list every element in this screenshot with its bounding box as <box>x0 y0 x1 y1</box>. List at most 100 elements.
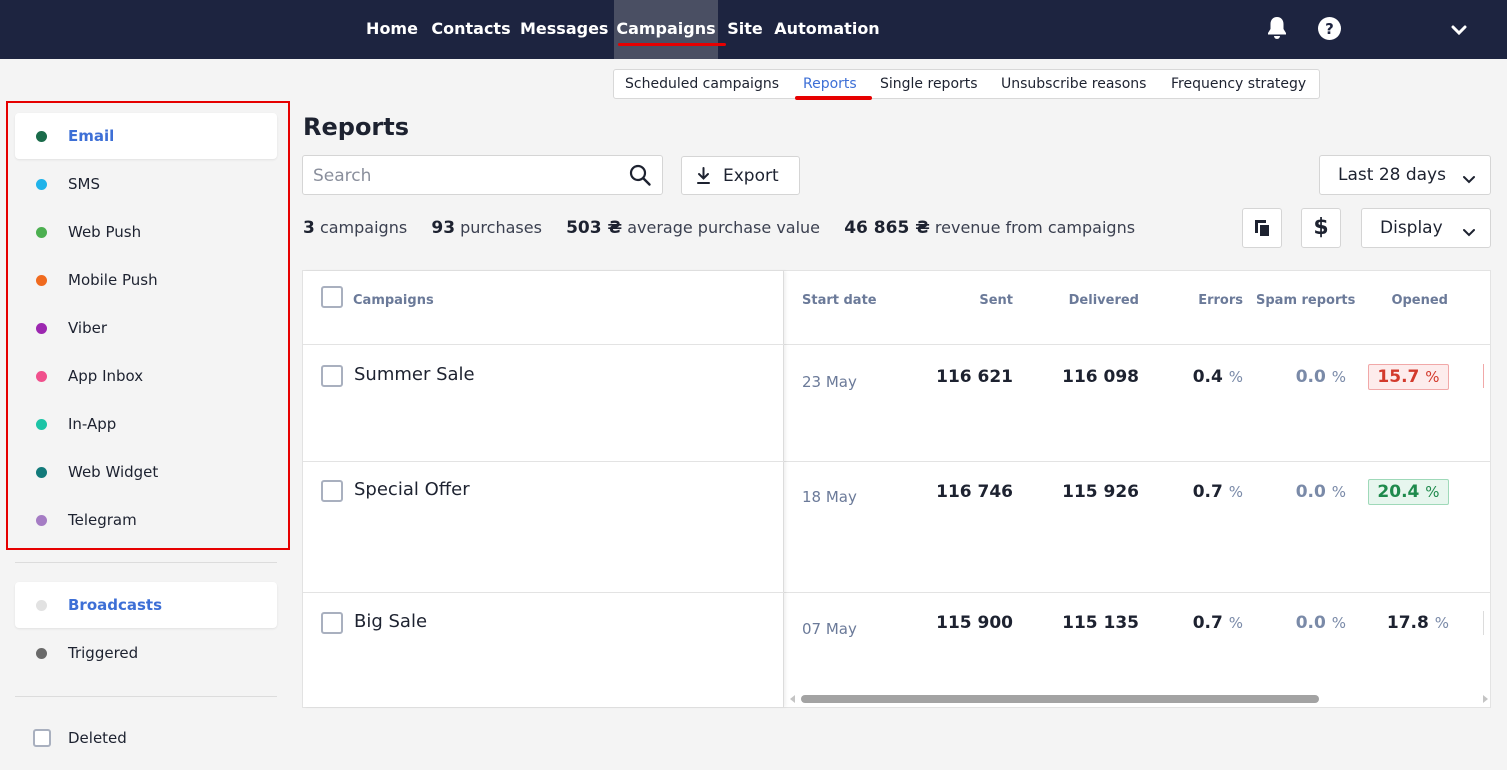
sidebar-item-deleted[interactable]: Deleted <box>15 715 215 761</box>
row-sent: 116 621 <box>936 367 1013 387</box>
column-header-opened[interactable]: Opened <box>1388 293 1448 308</box>
sidebar-item-label: Viber <box>68 319 108 337</box>
nav-automation[interactable]: Automation <box>774 0 880 59</box>
sidebar-item-sms[interactable]: SMS <box>15 161 277 207</box>
subnav-frequency-strategy[interactable]: Frequency strategy <box>1171 70 1306 98</box>
search-field[interactable] <box>302 155 663 195</box>
bell-icon[interactable] <box>1267 16 1287 44</box>
percent-sign: % <box>1331 614 1346 632</box>
search-icon[interactable] <box>628 163 652 191</box>
campaign-name-link[interactable]: Special Offer <box>354 479 470 500</box>
opened-rate-badge: 20.4 % <box>1368 479 1449 505</box>
nav-site[interactable]: Site <box>724 0 766 59</box>
column-header-delivered[interactable]: Delivered <box>1061 293 1139 308</box>
campaign-revenue: 46 865 ₴ <box>844 218 930 238</box>
sidebar-item-label: Telegram <box>68 511 137 529</box>
sidebar-item-in-app[interactable]: In-App <box>15 401 277 447</box>
row-start-date: 18 May <box>802 488 857 506</box>
sidebar-item-label: Web Push <box>68 223 142 241</box>
campaign-name-link[interactable]: Summer Sale <box>354 364 475 385</box>
copy-button[interactable] <box>1242 208 1282 248</box>
display-dropdown[interactable]: Display <box>1361 208 1491 248</box>
sidebar-item-label: App Inbox <box>68 367 144 385</box>
next-column-edge <box>1483 611 1489 635</box>
sidebar-item-email[interactable]: Email <box>15 113 277 159</box>
chevron-down-icon <box>1463 170 1475 190</box>
download-icon <box>696 167 711 190</box>
errors-value: 0.7 <box>1192 613 1223 633</box>
sidebar-divider <box>15 696 277 697</box>
campaign-revenue-label: revenue from campaigns <box>934 218 1136 237</box>
nav-campaigns[interactable]: Campaigns <box>614 0 718 59</box>
row-divider <box>303 592 784 593</box>
row-checkbox[interactable] <box>321 480 343 502</box>
percent-sign: % <box>1425 368 1440 386</box>
percent-sign: % <box>1228 368 1243 386</box>
column-header-errors[interactable]: Errors <box>1183 293 1243 308</box>
sidebar-item-web-push[interactable]: Web Push <box>15 209 277 255</box>
sidebar-item-web-widget[interactable]: Web Widget <box>15 449 277 495</box>
row-divider <box>303 344 784 345</box>
row-errors: 0.7 % <box>1183 613 1243 633</box>
sidebar-item-broadcasts[interactable]: Broadcasts <box>15 582 277 628</box>
column-header-sent[interactable]: Sent <box>955 293 1013 308</box>
purchases-count-label: purchases <box>460 218 542 237</box>
active-subnav-indicator <box>795 96 872 100</box>
row-divider <box>303 461 784 462</box>
search-input[interactable] <box>313 164 613 188</box>
campaign-name-link[interactable]: Big Sale <box>354 611 427 632</box>
export-button[interactable]: Export <box>681 156 800 195</box>
column-header-spam-reports[interactable]: Spam reports <box>1256 293 1355 308</box>
active-nav-indicator <box>618 43 726 46</box>
subnav-reports[interactable]: Reports <box>803 70 857 98</box>
campaigns-count: 3 <box>303 218 315 238</box>
percent-sign: % <box>1331 368 1346 386</box>
sidebar-item-viber[interactable]: Viber <box>15 305 277 351</box>
campaign-report-table: Start date Sent Delivered Errors Spam re… <box>302 270 1491 708</box>
viber-channel-dot <box>36 323 47 334</box>
in-app-channel-dot <box>36 419 47 430</box>
page-title: Reports <box>303 113 410 141</box>
subnav-unsubscribe-reasons[interactable]: Unsubscribe reasons <box>1001 70 1146 98</box>
help-icon[interactable]: ? <box>1318 17 1341 44</box>
select-all-checkbox[interactable] <box>321 286 343 308</box>
sidebar-item-label: SMS <box>68 175 100 193</box>
scrollbar-thumb[interactable] <box>801 695 1319 703</box>
triggered-type-dot <box>36 648 47 659</box>
nav-home[interactable]: Home <box>362 0 422 59</box>
app-inbox-channel-dot <box>36 371 47 382</box>
row-start-date: 23 May <box>802 373 857 391</box>
sidebar-item-label: Triggered <box>68 644 139 662</box>
sidebar-divider <box>15 562 277 563</box>
sidebar-item-mobile-push[interactable]: Mobile Push <box>15 257 277 303</box>
row-spam-reports: 0.0 % <box>1286 482 1346 502</box>
sidebar-item-app-inbox[interactable]: App Inbox <box>15 353 277 399</box>
email-channel-dot <box>36 131 47 142</box>
row-checkbox[interactable] <box>321 612 343 634</box>
sidebar-item-label: In-App <box>68 415 117 433</box>
broadcasts-type-dot <box>36 600 47 611</box>
subnav-single-reports[interactable]: Single reports <box>880 70 978 98</box>
sidebar-item-telegram[interactable]: Telegram <box>15 497 277 543</box>
percent-sign: % <box>1434 614 1449 632</box>
web-push-channel-dot <box>36 227 47 238</box>
percent-sign: % <box>1425 483 1440 501</box>
nav-contacts[interactable]: Contacts <box>430 0 512 59</box>
column-header-campaigns[interactable]: Campaigns <box>353 293 434 308</box>
campaign-name-column: Campaigns Summer Sale Special Offer Big … <box>303 271 784 707</box>
row-checkbox[interactable] <box>321 365 343 387</box>
subnav-scheduled-campaigns[interactable]: Scheduled campaigns <box>625 70 779 98</box>
scroll-left-icon[interactable] <box>790 695 796 703</box>
mobile-push-channel-dot <box>36 275 47 286</box>
row-errors: 0.7 % <box>1183 482 1243 502</box>
date-range-dropdown[interactable]: Last 28 days <box>1319 155 1491 195</box>
percent-sign: % <box>1228 483 1243 501</box>
chevron-down-icon[interactable] <box>1451 22 1467 41</box>
export-button-label: Export <box>723 166 779 186</box>
scroll-right-icon[interactable] <box>1482 695 1488 703</box>
column-header-start-date[interactable]: Start date <box>802 293 877 308</box>
currency-button[interactable]: $ <box>1301 208 1341 248</box>
sidebar-item-label: Deleted <box>68 729 127 747</box>
sidebar-item-triggered[interactable]: Triggered <box>15 630 277 676</box>
nav-messages[interactable]: Messages <box>520 0 608 59</box>
